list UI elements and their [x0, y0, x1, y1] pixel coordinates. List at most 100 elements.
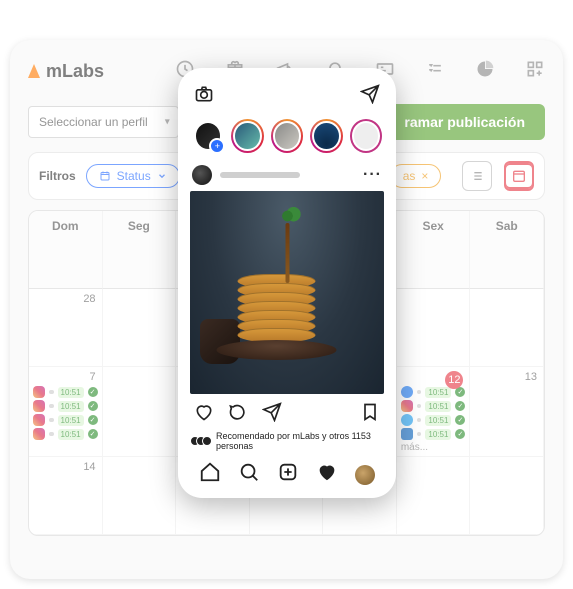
filters-label: Filtros — [39, 169, 76, 183]
instagram-icon — [33, 386, 45, 398]
check-icon: ✓ — [88, 415, 98, 425]
scheduled-post-item[interactable]: 10:51✓ — [33, 400, 98, 412]
status-chip-label: Status — [117, 169, 151, 183]
more-posts-link[interactable]: más... — [401, 442, 466, 453]
profile-select-label: Seleccionar un perfil — [39, 115, 148, 129]
post-time: 10:51 — [425, 387, 451, 398]
post-bar — [49, 404, 54, 408]
instagram-phone-preview: ··· Recomendado por mLabs y otros 1153 p… — [178, 68, 396, 498]
remove-chip-icon[interactable]: × — [421, 169, 428, 183]
twitter-icon — [401, 414, 413, 426]
calendar-cell[interactable] — [103, 289, 177, 367]
activity-heart-icon[interactable] — [316, 461, 338, 488]
pitcher-illustration — [200, 319, 240, 364]
checklist-icon[interactable] — [425, 59, 445, 84]
scheduled-post-item[interactable]: 10:51 ✓ — [401, 414, 466, 426]
calendar-icon — [99, 170, 111, 182]
likes-text: Recomendado por mLabs y otros 1153 perso… — [216, 431, 380, 451]
schedule-post-button[interactable]: ramar publicación — [384, 104, 545, 140]
calendar-cell[interactable] — [103, 457, 177, 535]
comment-icon[interactable] — [228, 402, 248, 427]
story-item[interactable] — [231, 119, 263, 153]
stories-row — [190, 119, 384, 153]
post-author-avatar[interactable] — [192, 165, 212, 185]
story-item[interactable] — [350, 119, 382, 153]
send-icon[interactable] — [360, 84, 380, 109]
pie-chart-icon[interactable] — [475, 59, 495, 84]
day-header: Seg — [103, 211, 177, 289]
post-likes-caption: Recomendado por mLabs y otros 1153 perso… — [190, 431, 384, 451]
scheduled-post-item[interactable]: 10:51 ✓ — [33, 428, 98, 440]
post-action-bar — [190, 402, 384, 427]
logo-mark-icon — [28, 64, 40, 78]
scheduled-post-item[interactable]: 10:51✓ — [33, 414, 98, 426]
day-number: 7 — [89, 371, 95, 383]
check-icon: ✓ — [455, 429, 465, 439]
calendar-cell[interactable] — [470, 289, 544, 367]
calendar-cell[interactable] — [397, 289, 471, 367]
post-time: 10:51 — [58, 387, 84, 398]
calendar-cell[interactable]: 28 — [29, 289, 103, 367]
list-view-button[interactable] — [462, 161, 492, 191]
check-icon: ✓ — [88, 387, 98, 397]
schedule-post-label: ramar publicación — [404, 114, 525, 130]
apps-grid-icon[interactable] — [525, 59, 545, 84]
your-story[interactable] — [192, 119, 224, 153]
scheduled-post-item[interactable]: 10:51 ✓ — [401, 428, 466, 440]
calendar-cell[interactable] — [470, 457, 544, 535]
check-icon: ✓ — [88, 429, 98, 439]
instagram-icon — [401, 400, 413, 412]
chevron-down-icon — [157, 171, 167, 181]
calendar-cell[interactable] — [103, 367, 177, 457]
calendar-cell[interactable]: 13 — [470, 367, 544, 457]
bookmark-icon[interactable] — [360, 402, 380, 427]
post-time: 10:51 — [425, 415, 451, 426]
day-number: 28 — [83, 293, 95, 305]
post-bar — [49, 390, 54, 394]
post-bar — [417, 432, 422, 436]
instagram-icon — [33, 428, 45, 440]
post-bar — [49, 432, 54, 436]
post-time: 10:51 — [425, 429, 451, 440]
day-number: 14 — [83, 461, 95, 473]
filter-chip-tags[interactable]: as × — [390, 164, 442, 188]
post-bar — [417, 418, 422, 422]
brand-logo: mLabs — [28, 61, 104, 82]
calendar-view-icon — [511, 168, 527, 184]
calendar-cell-today[interactable]: 12 10:51✓ 10:51✓ 10:51✓ 10:51✓ más... — [397, 367, 471, 457]
home-icon[interactable] — [199, 461, 221, 488]
camera-icon[interactable] — [194, 84, 214, 109]
instagram-top-bar — [190, 84, 384, 109]
post-bar — [417, 404, 422, 408]
scheduled-post-item[interactable]: 10:51✓ — [401, 400, 466, 412]
search-icon[interactable] — [238, 461, 260, 488]
calendar-cell[interactable]: 14 — [29, 457, 103, 535]
calendar-cell[interactable]: 7 10:51✓ 10:51✓ 10:51✓ 10:51✓ — [29, 367, 103, 457]
calendar-view-button[interactable] — [504, 161, 534, 191]
check-icon: ✓ — [88, 401, 98, 411]
add-post-icon[interactable] — [277, 461, 299, 488]
check-icon: ✓ — [455, 415, 465, 425]
story-item[interactable] — [310, 119, 342, 153]
check-icon: ✓ — [455, 401, 465, 411]
day-header: Dom — [29, 211, 103, 289]
share-icon[interactable] — [262, 402, 282, 427]
profile-avatar[interactable] — [355, 465, 375, 485]
post-more-icon[interactable]: ··· — [363, 166, 382, 184]
profile-select[interactable]: Seleccionar un perfil — [28, 106, 179, 138]
list-icon — [469, 168, 485, 184]
post-bar — [417, 390, 422, 394]
view-toggle — [462, 161, 534, 191]
linkedin-icon — [401, 428, 413, 440]
like-icon[interactable] — [194, 402, 214, 427]
post-time: 10:51 — [58, 429, 84, 440]
instagram-icon — [33, 400, 45, 412]
story-item[interactable] — [271, 119, 303, 153]
day-header: Sab — [470, 211, 544, 289]
brand-name: mLabs — [46, 61, 104, 82]
filter-chip-status[interactable]: Status — [86, 164, 180, 188]
post-image[interactable] — [190, 191, 384, 394]
post-author-name[interactable] — [220, 172, 300, 178]
scheduled-post-item[interactable]: 10:51 ✓ — [33, 386, 98, 398]
calendar-cell[interactable] — [397, 457, 471, 535]
